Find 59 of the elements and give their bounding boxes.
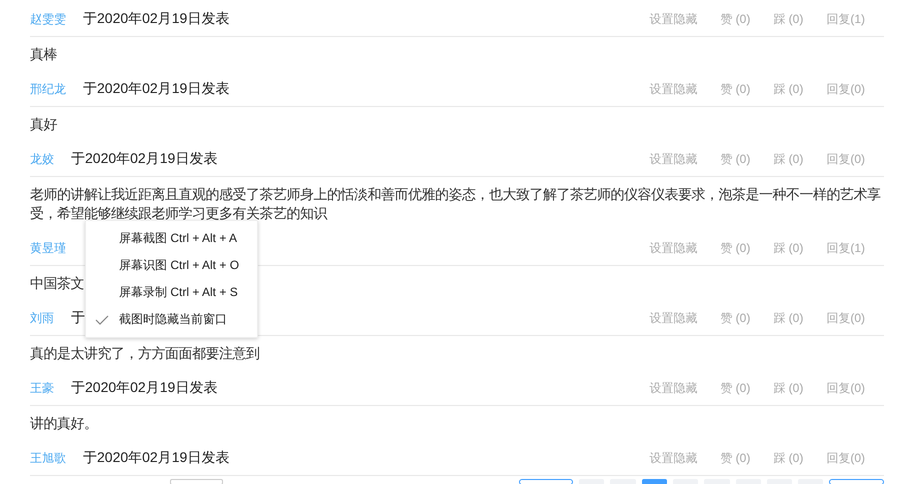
menu-item-label: 截图时隐藏当前窗口 <box>119 311 227 328</box>
comment-action[interactable]: 设置隐藏 <box>649 240 698 256</box>
post-date: 于 <box>71 309 85 327</box>
comment-action[interactable]: 赞 (0) <box>720 150 750 168</box>
prev-page-button[interactable] <box>518 479 574 484</box>
comment-action[interactable]: 设置隐藏 <box>649 380 698 396</box>
comment-action[interactable]: 赞 (0) <box>720 80 750 98</box>
menu-item-label: 屏幕识图 Ctrl + Alt + O <box>119 257 240 274</box>
comment-action[interactable]: 回复(1) <box>826 10 865 28</box>
comment-action[interactable]: 设置隐藏 <box>649 10 698 28</box>
comment-text: 真好 <box>30 115 57 134</box>
author-link[interactable]: 赵雯雯 <box>30 10 66 28</box>
comment-action[interactable]: 赞 (0) <box>720 10 750 28</box>
comment-action[interactable]: 赞 (0) <box>720 450 750 466</box>
comment-text: 老师的讲解让我近距离且直观的感受了茶艺师身上的恬淡和善而优雅的姿态，也大致了解了茶艺师的仪容仪表要求，泡茶是一种不一样的艺术享受，希望能够继续跟老师学习更多有关茶艺的知识 <box>30 185 882 223</box>
comment-action[interactable]: 踩 (0) <box>773 380 804 396</box>
comment-text: 讲的真好。 <box>30 414 98 433</box>
post-date: 于2020年02月19日发表 <box>71 379 218 397</box>
comment-action[interactable]: 踩 (0) <box>773 80 804 98</box>
comment-text: 真的是太讲究了，方方面面都要注意到 <box>30 344 260 363</box>
comment-action[interactable]: 赞 (0) <box>720 380 750 396</box>
comment-action[interactable]: 设置隐藏 <box>649 310 698 326</box>
next-page-button[interactable] <box>829 479 884 484</box>
page-size-select[interactable] <box>170 479 223 484</box>
comment-action[interactable]: 回复(0) <box>826 380 865 396</box>
comment-action[interactable]: 赞 (0) <box>720 240 750 256</box>
post-date: 于2020年02月19日发表 <box>83 80 230 98</box>
author-link[interactable]: 龙姣 <box>30 150 54 168</box>
comment-action[interactable]: 回复(0) <box>826 310 865 326</box>
comment-action[interactable]: 踩 (0) <box>773 240 804 256</box>
comment-action[interactable]: 踩 (0) <box>773 150 804 168</box>
author-link[interactable]: 刘雨 <box>30 310 54 326</box>
menu-item-label: 屏幕截图 Ctrl + Alt + A <box>119 230 238 247</box>
comment-action[interactable]: 回复(0) <box>826 450 865 466</box>
comment-text: 中国茶文 <box>30 274 84 293</box>
author-link[interactable]: 邢纪龙 <box>30 80 66 98</box>
page-button[interactable] <box>642 479 667 484</box>
comment-action[interactable]: 回复(0) <box>826 150 865 168</box>
menu-item[interactable]: 屏幕识图 Ctrl + Alt + O <box>86 252 257 279</box>
comment-action[interactable]: 设置隐藏 <box>649 450 698 466</box>
menu-item-label: 屏幕录制 Ctrl + Alt + S <box>119 284 238 301</box>
post-date: 于2020年02月19日发表 <box>83 449 230 467</box>
comment-action[interactable]: 回复(0) <box>826 80 865 98</box>
comment-action[interactable]: 踩 (0) <box>773 310 804 326</box>
comment-text: 真棒 <box>30 45 57 64</box>
author-link[interactable]: 王旭歌 <box>30 450 66 466</box>
menu-item[interactable]: 屏幕录制 Ctrl + Alt + S <box>86 279 257 306</box>
post-date: 于2020年02月19日发表 <box>83 10 230 28</box>
post-date: 于2020年02月19日发表 <box>71 150 218 168</box>
comment-action[interactable]: 赞 (0) <box>720 310 750 326</box>
menu-item[interactable]: 截图时隐藏当前窗口 <box>86 306 257 333</box>
author-link[interactable]: 王豪 <box>30 380 54 396</box>
menu-item[interactable]: 屏幕截图 Ctrl + Alt + A <box>86 225 257 252</box>
comment-action[interactable]: 设置隐藏 <box>649 80 698 98</box>
author-link[interactable]: 黄昱瑾 <box>30 240 66 256</box>
comment-action[interactable]: 回复(1) <box>826 240 865 256</box>
comment-action[interactable]: 踩 (0) <box>773 450 804 466</box>
comment-action[interactable]: 踩 (0) <box>773 10 804 28</box>
comment-action[interactable]: 设置隐藏 <box>649 150 698 168</box>
